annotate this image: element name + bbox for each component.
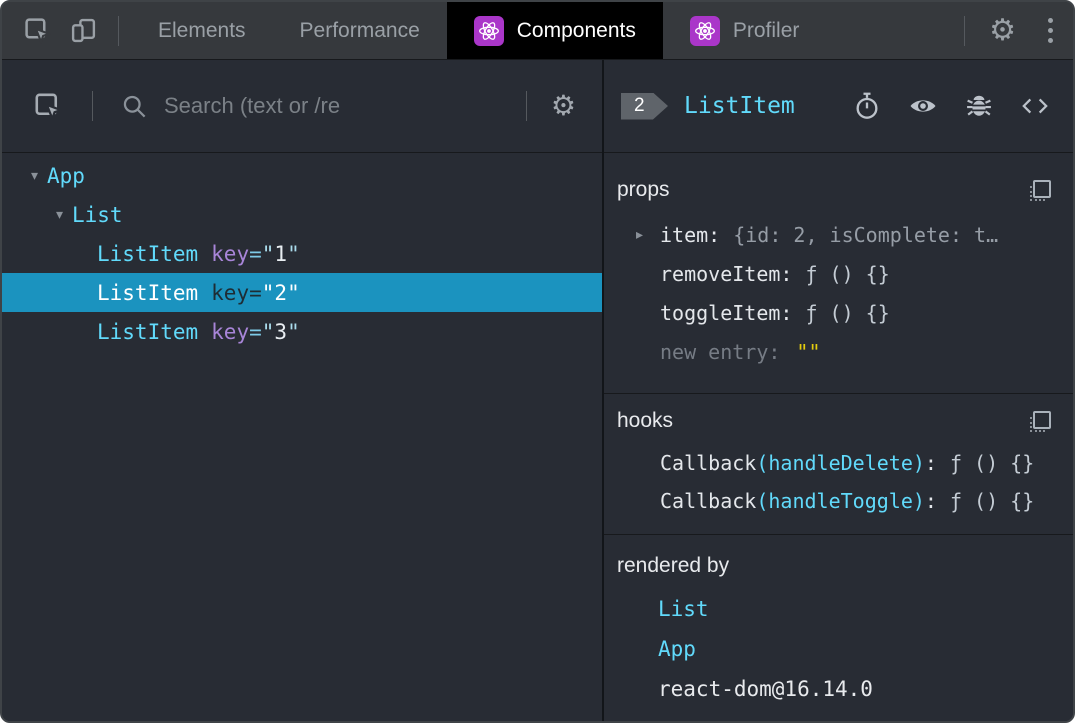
tab-profiler[interactable]: Profiler <box>663 2 827 59</box>
settings-gear-icon[interactable]: ⚙ <box>977 15 1028 46</box>
props-section-title: props <box>617 178 670 201</box>
key-eq: = <box>249 241 262 266</box>
tree-item-list[interactable]: ▾ List <box>2 195 602 234</box>
component-name: ListItem <box>97 241 199 266</box>
tree-toolbar: ⚙ <box>2 60 602 153</box>
search-bar <box>107 92 526 120</box>
hook-fn-name: (handleToggle) <box>756 489 925 513</box>
tab-components[interactable]: Components <box>446 2 663 59</box>
expand-arrow-icon[interactable]: ▾ <box>47 207 72 223</box>
copy-icon[interactable] <box>1030 410 1051 432</box>
devtools-tabbar: Elements Performance Components Profiler… <box>2 2 1073 60</box>
device-toolbar-icon[interactable] <box>60 17 106 44</box>
tab-elements[interactable]: Elements <box>131 2 273 59</box>
component-tree: ▾ App ▾ List ListItem key = " 1 " ListItem k… <box>2 153 602 351</box>
hooks-section-title: hooks <box>617 409 674 432</box>
new-entry-value[interactable]: "" <box>796 340 820 364</box>
component-name: ListItem <box>97 319 199 344</box>
inspect-dom-eye-icon[interactable] <box>909 92 937 120</box>
key-attr: key <box>211 241 250 266</box>
prop-row-toggleitem[interactable]: toggleItem: ƒ () {} <box>614 293 1059 332</box>
rendered-by-app-link[interactable]: App <box>614 629 1059 669</box>
prop-value: ƒ () {} <box>805 261 890 286</box>
toolbar-separator <box>92 91 93 121</box>
inspect-cursor-icon[interactable] <box>24 92 72 121</box>
prop-value: {id: 2, isComplete: t… <box>733 222 999 247</box>
hook-row-handletoggle[interactable]: Callback (handleToggle): ƒ () {} <box>614 482 1059 520</box>
search-input[interactable] <box>162 92 526 120</box>
tab-label: Profiler <box>732 18 800 42</box>
rendered-by-list-link[interactable]: List <box>614 589 1059 629</box>
rendered-by-section: rendered by List App react-dom@16.14.0 <box>604 535 1073 721</box>
selected-component-title: ListItem <box>684 93 795 119</box>
view-source-icon[interactable] <box>1021 92 1049 120</box>
key-badge[interactable]: 2 <box>621 92 668 120</box>
rendered-by-title: rendered by <box>617 554 730 577</box>
toolbar-separator <box>964 15 966 46</box>
tree-item-listitem-3[interactable]: ListItem key = " 3 " <box>2 312 602 351</box>
react-logo-icon <box>473 15 504 46</box>
suspense-stopwatch-icon[interactable] <box>853 92 881 120</box>
devtools-window: Elements Performance Components Profiler… <box>0 0 1075 723</box>
hook-fn-name: (handleDelete) <box>756 451 925 475</box>
expand-arrow-icon[interactable]: ▸ <box>636 227 660 243</box>
key-eq: = <box>249 280 262 305</box>
settings-gear-icon[interactable]: ⚙ <box>547 92 576 120</box>
component-name: ListItem <box>97 280 199 305</box>
tab-label: Performance <box>299 18 420 42</box>
tree-item-listitem-1[interactable]: ListItem key = " 1 " <box>2 234 602 273</box>
prop-row-item[interactable]: ▸ item: {id: 2, isComplete: t… <box>614 215 1059 254</box>
details-sections: props ▸ item: {id: 2, isComplete: t… rem… <box>604 153 1073 721</box>
components-tree-panel: ⚙ ▾ App ▾ List ListItem key="1" <box>2 60 604 721</box>
key-value: 1 <box>274 241 288 266</box>
inspect-cursor-icon[interactable] <box>14 17 60 44</box>
search-icon <box>121 93 148 120</box>
toolbar-separator <box>118 15 119 46</box>
tab-label: Components <box>516 18 636 42</box>
key-value: 3 <box>274 319 288 344</box>
key-attr: key <box>211 319 250 344</box>
hook-value: ƒ () {} <box>949 489 1035 513</box>
key-value: 2 <box>274 280 288 305</box>
tab-performance[interactable]: Performance <box>273 2 447 59</box>
component-name: List <box>72 202 123 227</box>
log-bug-icon[interactable] <box>965 92 993 120</box>
component-details-panel: 2 ListItem props ▸ item: {id: 2, isCompl… <box>604 60 1073 721</box>
hook-value: ƒ () {} <box>949 451 1035 475</box>
new-entry-label: new entry: <box>660 339 781 364</box>
hooks-section: hooks Callback (handleDelete): ƒ () {} Ca… <box>604 394 1073 535</box>
devtools-main: ⚙ ▾ App ▾ List ListItem key="1" <box>2 60 1073 721</box>
tree-item-listitem-2-selected[interactable]: ListItem key = " 2 " <box>2 273 602 312</box>
rendered-by-react-dom: react-dom@16.14.0 <box>658 677 873 701</box>
copy-icon[interactable] <box>1030 179 1051 201</box>
prop-row-new-entry[interactable]: new entry: "" <box>614 332 1059 371</box>
component-name: App <box>47 163 85 188</box>
details-header: 2 ListItem <box>604 60 1073 153</box>
react-logo-icon <box>689 15 720 46</box>
tree-item-app[interactable]: ▾ App <box>2 156 602 195</box>
toolbar-separator <box>525 91 527 121</box>
prop-row-removeitem[interactable]: removeItem: ƒ () {} <box>614 254 1059 293</box>
tab-label: Elements <box>158 18 246 42</box>
prop-value: ƒ () {} <box>805 300 890 325</box>
props-section: props ▸ item: {id: 2, isComplete: t… rem… <box>604 153 1073 394</box>
expand-arrow-icon[interactable]: ▾ <box>22 168 47 184</box>
hook-row-handledelete[interactable]: Callback (handleDelete): ƒ () {} <box>614 444 1059 482</box>
more-menu-icon[interactable] <box>1028 18 1073 43</box>
key-eq: = <box>249 319 262 344</box>
key-attr: key <box>211 280 250 305</box>
